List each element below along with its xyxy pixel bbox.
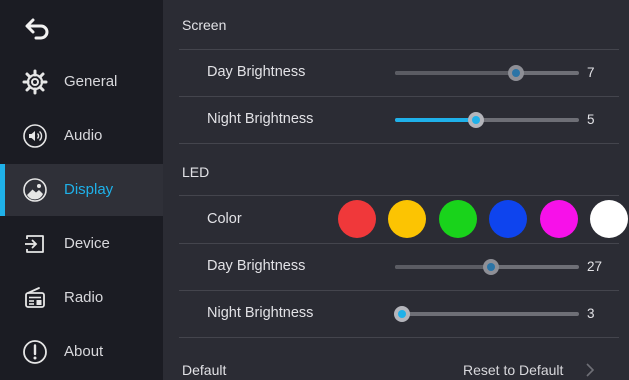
led-day-brightness-value: 27 [587,259,603,274]
led-day-brightness-label: Day Brightness [207,258,306,274]
back-button[interactable] [22,16,52,44]
reset-to-default-button[interactable]: Reset to Default [463,360,603,380]
chevron-right-icon [586,363,595,377]
color-swatch-white[interactable] [590,200,628,238]
divider [179,337,619,338]
screen-day-brightness-label: Day Brightness [207,64,306,80]
sidebar-item-label: Audio [64,127,103,144]
sidebar-item-about[interactable]: About [0,326,163,378]
slider-knob[interactable] [508,65,525,81]
sidebar-item-audio[interactable]: Audio [0,110,163,162]
sidebar-item-radio[interactable]: Radio [0,272,163,324]
slider-knob[interactable] [394,306,411,322]
color-swatch-magenta[interactable] [540,200,578,238]
back-arrow-icon [25,18,49,40]
info-exclamation-icon [22,339,48,365]
screen-night-brightness-slider[interactable] [395,112,579,128]
section-title-screen: Screen [182,17,227,33]
led-night-brightness-value: 3 [587,306,595,321]
screen-night-brightness-label: Night Brightness [207,111,314,127]
divider [179,195,619,196]
slider-fill [395,265,491,269]
led-color-label: Color [207,211,242,227]
sidebar-item-label: Device [64,235,110,252]
sidebar-item-general[interactable]: General [0,56,163,108]
led-night-brightness-label: Night Brightness [207,305,314,321]
radio-icon [22,285,48,311]
slider-fill [395,118,476,122]
reset-to-default-label: Reset to Default [463,362,564,378]
section-title-led: LED [182,164,210,180]
gear-icon [22,69,48,95]
sidebar-item-device[interactable]: Device [0,218,163,270]
settings-panel: Screen Day Brightness 7 Night Brightness… [163,0,629,380]
screen-day-brightness-value: 7 [587,65,595,80]
device-input-icon [22,231,48,257]
color-swatch-red[interactable] [338,200,376,238]
sidebar-item-label: Radio [64,289,104,306]
divider [179,243,619,244]
divider [179,96,619,97]
display-icon [22,177,48,203]
sidebar-item-label: Display [64,181,114,198]
active-indicator [0,164,5,216]
slider-fill [395,71,517,75]
divider [179,143,619,144]
color-swatch-yellow[interactable] [388,200,426,238]
color-swatch-green[interactable] [439,200,477,238]
slider-knob[interactable] [467,112,484,128]
led-day-brightness-slider[interactable] [395,259,579,275]
sidebar-item-label: General [64,73,118,90]
sidebar: General Audio Display Device Radio About [0,0,163,380]
divider [179,49,619,50]
sidebar-item-display[interactable]: Display [0,164,163,216]
screen-day-brightness-slider[interactable] [395,65,579,81]
screen-night-brightness-value: 5 [587,112,595,127]
default-section-label: Default [182,362,227,378]
color-swatch-blue[interactable] [489,200,527,238]
sidebar-item-label: About [64,343,104,360]
speaker-icon [22,123,48,149]
led-night-brightness-slider[interactable] [394,306,579,322]
slider-knob[interactable] [482,259,499,275]
divider [179,290,619,291]
